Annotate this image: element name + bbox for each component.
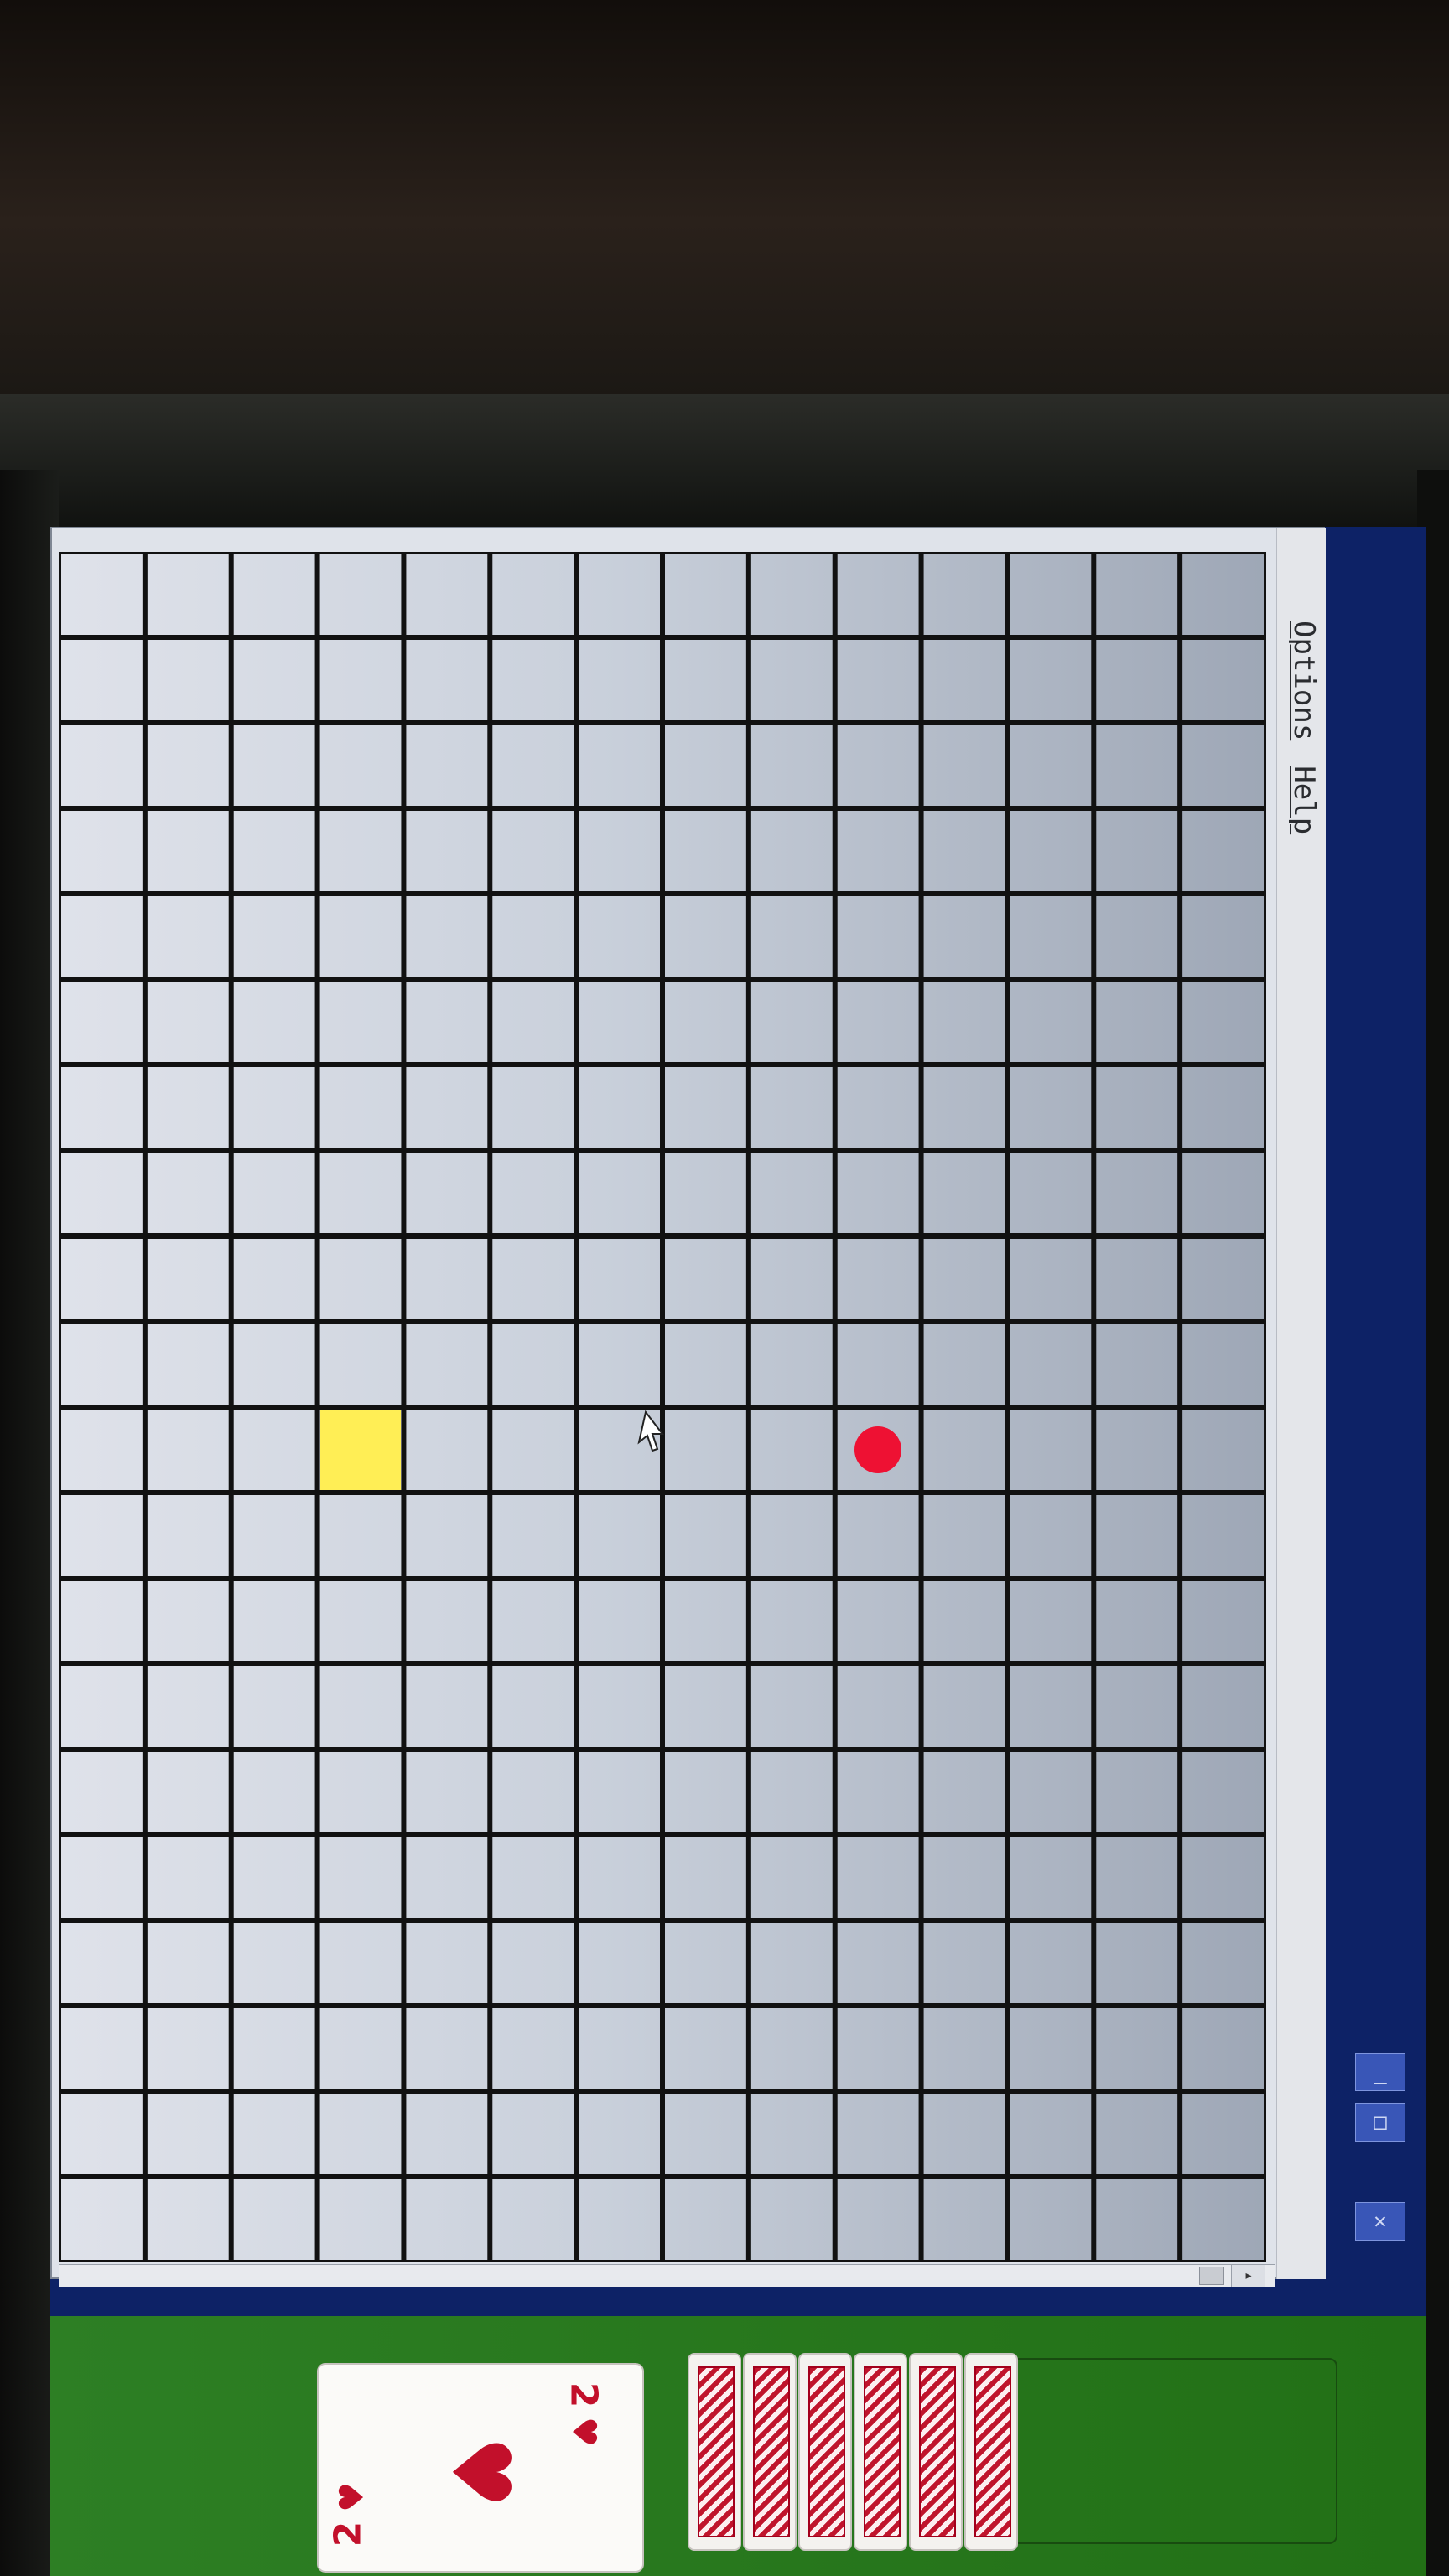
screen: Options Help ▸ _ □ ✕ 2 ♥ ♥ 2 ♥	[50, 527, 1426, 2576]
menu-options[interactable]: Options	[1287, 621, 1321, 740]
card-back[interactable]	[798, 2353, 852, 2551]
photo-background-top	[0, 0, 1449, 402]
card-back-pattern	[808, 2366, 845, 2537]
scroll-right-arrow-icon[interactable]: ▸	[1231, 2265, 1265, 2287]
card-back[interactable]	[964, 2353, 1018, 2551]
minimize-button[interactable]: _	[1355, 2053, 1405, 2091]
player-block	[319, 1410, 402, 1490]
monitor-bezel-top	[0, 394, 1449, 537]
menu-bar: Options Help	[1276, 528, 1326, 2279]
card-two-of-hearts[interactable]: 2 ♥ ♥ 2 ♥	[317, 2363, 644, 2573]
solitaire-felt: 2 ♥ ♥ 2 ♥	[50, 2316, 1426, 2576]
card-back[interactable]	[854, 2353, 907, 2551]
card-back[interactable]	[909, 2353, 963, 2551]
card-rank-top: 2	[562, 2381, 605, 2408]
scroll-thumb[interactable]	[1199, 2267, 1224, 2285]
board-grid	[59, 552, 1266, 2262]
card-back-pattern	[753, 2366, 790, 2537]
close-button[interactable]: ✕	[1355, 2202, 1405, 2241]
card-rank-bottom: 2	[326, 2521, 370, 2547]
card-back-pattern	[919, 2366, 956, 2537]
mouse-cursor-icon	[637, 1410, 664, 1452]
card-back[interactable]	[743, 2353, 797, 2551]
empty-card-slot[interactable]	[1010, 2358, 1337, 2544]
heart-suit-bottom-icon: ♥	[332, 2482, 371, 2512]
horizontal-scrollbar[interactable]: ▸	[59, 2264, 1275, 2287]
target-dot	[854, 1426, 902, 1473]
card-back[interactable]	[688, 2353, 741, 2551]
heart-center-icon: ♥	[434, 2435, 528, 2509]
game-window: Options Help ▸	[50, 527, 1326, 2287]
menu-help[interactable]: Help	[1287, 766, 1321, 834]
heart-suit-icon: ♥	[564, 2417, 603, 2447]
card-back-pattern	[974, 2366, 1011, 2537]
card-back-pattern	[698, 2366, 735, 2537]
card-back-pattern	[864, 2366, 901, 2537]
maximize-button[interactable]: □	[1355, 2103, 1405, 2142]
game-board[interactable]	[59, 552, 1266, 2262]
